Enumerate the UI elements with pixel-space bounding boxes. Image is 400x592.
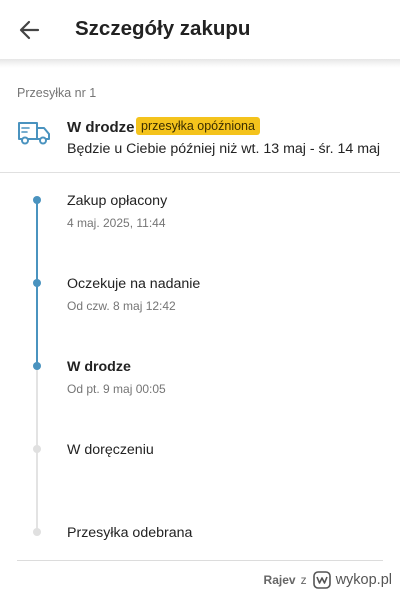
watermark-z: z xyxy=(300,573,307,587)
timeline-dot-delivered xyxy=(33,528,41,536)
app-bar-shadow xyxy=(0,59,400,68)
timeline-dot-awaiting xyxy=(33,279,41,287)
arrow-back-icon xyxy=(19,20,40,40)
step-title-delivered: Przesyłka odebrana xyxy=(67,525,193,541)
shipment-number-label: Przesyłka nr 1 xyxy=(17,86,97,100)
page-title: Szczegóły zakupu xyxy=(75,17,251,40)
watermark: Rajev z wykop.pl xyxy=(264,569,392,591)
bottom-divider xyxy=(17,560,383,561)
delay-badge: przesyłka opóźniona xyxy=(136,117,260,135)
step-title-out-for-delivery: W doręczeniu xyxy=(67,442,154,458)
delivery-truck-icon xyxy=(17,119,51,147)
step-title-in-transit: W drodze xyxy=(67,359,131,375)
back-button[interactable] xyxy=(16,16,44,44)
timeline-dot-in-transit xyxy=(33,362,41,370)
step-title-paid: Zakup opłacony xyxy=(67,193,168,209)
delivery-eta: Będzie u Ciebie później niż wt. 13 maj -… xyxy=(67,141,381,157)
watermark-author: Rajev xyxy=(263,573,296,587)
timeline-dot-out-for-delivery xyxy=(33,445,41,453)
step-date-paid: 4 maj. 2025, 11:44 xyxy=(67,216,166,230)
timeline-dot-paid xyxy=(33,196,41,204)
wykop-logo-icon xyxy=(312,571,331,589)
watermark-site: wykop.pl xyxy=(335,572,392,588)
app-bar: Szczegóły zakupu xyxy=(0,0,400,60)
tracking-timeline: Zakup opłacony 4 maj. 2025, 11:44 Oczeku… xyxy=(0,173,400,553)
shipment-status: W drodze xyxy=(67,119,135,136)
step-title-awaiting: Oczekuje na nadanie xyxy=(67,276,201,292)
step-date-in-transit: Od pt. 9 maj 00:05 xyxy=(67,382,166,396)
step-date-awaiting: Od czw. 8 maj 12:42 xyxy=(67,299,176,313)
